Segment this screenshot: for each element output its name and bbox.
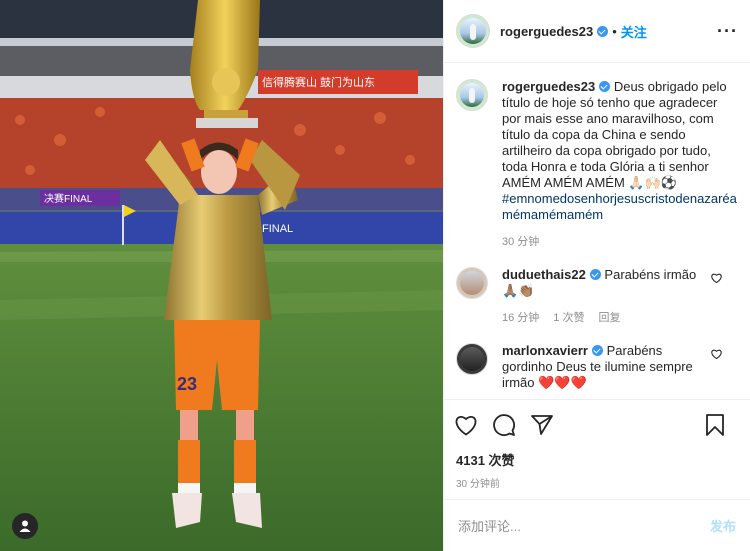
photo-scene: 信得腾赛山 鼓门为山东 决赛FINAL FINAL 23 bbox=[0, 0, 443, 551]
comment-item: duduethais22 Parabéns irmão 🙏🏽👏🏽 16 分钟 1 次… bbox=[456, 267, 738, 325]
post-comment-button[interactable]: 发布 bbox=[710, 516, 736, 535]
comments-list: rogerguedes23 Deus obrigado pelo título … bbox=[444, 63, 750, 399]
comment-text: duduethais22 Parabéns irmão 🙏🏽👏🏽 bbox=[502, 267, 710, 299]
comment-text: marlonxavierr Parabéns gordinho Deus te … bbox=[502, 343, 710, 391]
verified-icon bbox=[589, 269, 601, 280]
comment-body: Parabéns irmão bbox=[604, 267, 697, 282]
caption-hashtag[interactable]: #emnomedosenhorjesuscristodenazaréamémam… bbox=[502, 191, 737, 222]
caption: rogerguedes23 Deus obrigado pelo título … bbox=[456, 79, 738, 249]
comment-avatar[interactable] bbox=[456, 343, 488, 375]
tagged-user-icon[interactable] bbox=[12, 513, 38, 539]
comment-button[interactable] bbox=[492, 413, 516, 437]
follow-button[interactable]: 关注 bbox=[621, 22, 647, 41]
comment-emoji: ❤️❤️❤️ bbox=[538, 375, 587, 390]
post-photo[interactable]: 信得腾赛山 鼓门为山东 决赛FINAL FINAL 23 bbox=[0, 0, 443, 551]
header-separator: • bbox=[612, 23, 617, 39]
comment-avatar[interactable] bbox=[456, 267, 488, 299]
share-button[interactable] bbox=[530, 414, 554, 436]
comment-meta: 16 分钟 1 次赞 回复 bbox=[502, 309, 710, 325]
reply-button[interactable]: 回复 bbox=[598, 312, 620, 324]
comment-time: 16 分钟 bbox=[502, 312, 540, 324]
post-header: rogerguedes23 • 关注 ··· bbox=[444, 0, 750, 63]
like-button[interactable] bbox=[454, 414, 478, 436]
comment-icon bbox=[493, 414, 515, 436]
post-time: 30 分钟前 bbox=[456, 479, 500, 490]
author-username[interactable]: rogerguedes23 bbox=[500, 24, 593, 39]
send-icon bbox=[531, 415, 553, 435]
comment-item: marlonxavierr Parabéns gordinho Deus te … bbox=[456, 343, 738, 391]
add-comment-input[interactable]: 添加评论... bbox=[458, 516, 521, 535]
bookmark-icon bbox=[706, 414, 724, 436]
post-panel: rogerguedes23 • 关注 ··· rogerguedes23 Deu… bbox=[443, 0, 750, 551]
like-comment-icon[interactable] bbox=[711, 349, 722, 359]
author-avatar[interactable] bbox=[456, 14, 490, 48]
verified-icon bbox=[599, 81, 611, 92]
like-comment-icon[interactable] bbox=[711, 273, 722, 283]
comment-likes[interactable]: 1 次赞 bbox=[553, 312, 584, 324]
comment-username[interactable]: marlonxavierr bbox=[502, 343, 588, 358]
caption-meta: 30 分钟 bbox=[502, 233, 738, 249]
caption-time: 30 分钟 bbox=[502, 236, 540, 248]
verified-icon bbox=[597, 25, 609, 37]
action-bar bbox=[444, 399, 750, 450]
caption-username[interactable]: rogerguedes23 bbox=[502, 79, 595, 94]
add-comment-bar: 添加评论... 发布 bbox=[444, 499, 750, 551]
likes-count[interactable]: 4131 次赞 bbox=[444, 450, 750, 469]
save-button[interactable] bbox=[704, 413, 726, 437]
more-options-icon[interactable]: ··· bbox=[717, 22, 738, 40]
comment-emoji: 🙏🏽👏🏽 bbox=[502, 283, 535, 298]
caption-avatar[interactable] bbox=[456, 79, 488, 111]
caption-body: Deus obrigado pelo título de hoje só ten… bbox=[502, 79, 727, 190]
jersey-number: 23 bbox=[177, 374, 197, 394]
banner-text-top: 信得腾赛山 鼓门为山东 bbox=[262, 75, 375, 89]
heart-icon bbox=[455, 416, 477, 436]
caption-text: rogerguedes23 Deus obrigado pelo título … bbox=[502, 79, 738, 223]
verified-icon bbox=[592, 345, 603, 356]
banner-text-final: 决赛FINAL bbox=[44, 192, 93, 205]
banner-text-final-2: FINAL bbox=[262, 223, 293, 235]
comment-username[interactable]: duduethais22 bbox=[502, 267, 586, 282]
